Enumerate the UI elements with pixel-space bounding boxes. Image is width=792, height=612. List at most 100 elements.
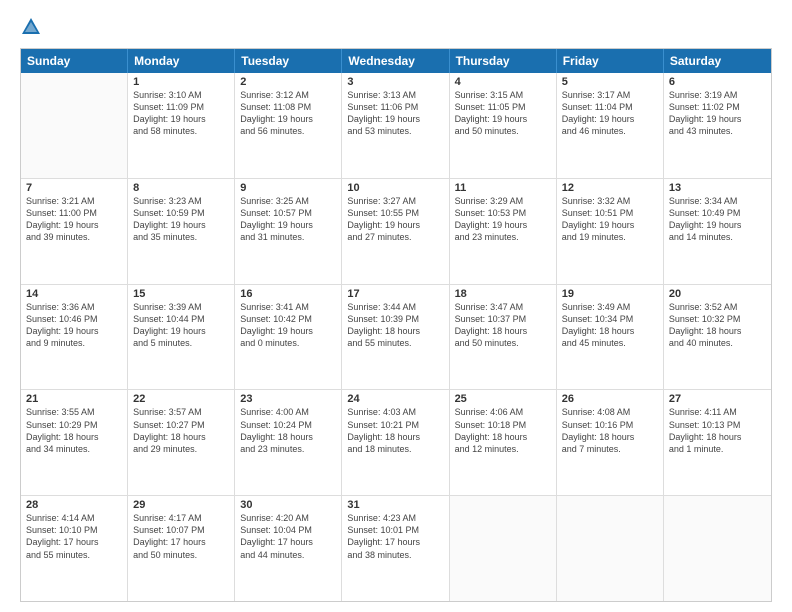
day-number: 12 — [562, 182, 658, 194]
header-day-friday: Friday — [557, 49, 664, 73]
day-info: Sunrise: 3:12 AM Sunset: 11:08 PM Daylig… — [240, 89, 336, 138]
day-number: 15 — [133, 288, 229, 300]
day-cell-9: 9Sunrise: 3:25 AM Sunset: 10:57 PM Dayli… — [235, 179, 342, 284]
day-number: 5 — [562, 76, 658, 88]
day-number: 29 — [133, 499, 229, 511]
day-info: Sunrise: 3:55 AM Sunset: 10:29 PM Daylig… — [26, 406, 122, 455]
day-number: 17 — [347, 288, 443, 300]
day-number: 26 — [562, 393, 658, 405]
header-day-tuesday: Tuesday — [235, 49, 342, 73]
calendar-row-2: 7Sunrise: 3:21 AM Sunset: 11:00 PM Dayli… — [21, 179, 771, 285]
day-cell-23: 23Sunrise: 4:00 AM Sunset: 10:24 PM Dayl… — [235, 390, 342, 495]
day-cell-6: 6Sunrise: 3:19 AM Sunset: 11:02 PM Dayli… — [664, 73, 771, 178]
day-cell-29: 29Sunrise: 4:17 AM Sunset: 10:07 PM Dayl… — [128, 496, 235, 601]
day-info: Sunrise: 4:14 AM Sunset: 10:10 PM Daylig… — [26, 512, 122, 561]
calendar-row-3: 14Sunrise: 3:36 AM Sunset: 10:46 PM Dayl… — [21, 285, 771, 391]
day-number: 22 — [133, 393, 229, 405]
day-info: Sunrise: 3:39 AM Sunset: 10:44 PM Daylig… — [133, 301, 229, 350]
day-info: Sunrise: 3:13 AM Sunset: 11:06 PM Daylig… — [347, 89, 443, 138]
day-cell-22: 22Sunrise: 3:57 AM Sunset: 10:27 PM Dayl… — [128, 390, 235, 495]
day-number: 31 — [347, 499, 443, 511]
day-info: Sunrise: 3:19 AM Sunset: 11:02 PM Daylig… — [669, 89, 766, 138]
day-info: Sunrise: 3:47 AM Sunset: 10:37 PM Daylig… — [455, 301, 551, 350]
day-number: 21 — [26, 393, 122, 405]
calendar-header: SundayMondayTuesdayWednesdayThursdayFrid… — [21, 49, 771, 73]
day-info: Sunrise: 3:17 AM Sunset: 11:04 PM Daylig… — [562, 89, 658, 138]
day-number: 28 — [26, 499, 122, 511]
day-number: 9 — [240, 182, 336, 194]
header — [20, 16, 772, 38]
day-info: Sunrise: 4:03 AM Sunset: 10:21 PM Daylig… — [347, 406, 443, 455]
day-cell-21: 21Sunrise: 3:55 AM Sunset: 10:29 PM Dayl… — [21, 390, 128, 495]
logo — [20, 16, 46, 38]
header-day-sunday: Sunday — [21, 49, 128, 73]
day-info: Sunrise: 3:25 AM Sunset: 10:57 PM Daylig… — [240, 195, 336, 244]
day-info: Sunrise: 4:23 AM Sunset: 10:01 PM Daylig… — [347, 512, 443, 561]
day-info: Sunrise: 3:15 AM Sunset: 11:05 PM Daylig… — [455, 89, 551, 138]
day-cell-27: 27Sunrise: 4:11 AM Sunset: 10:13 PM Dayl… — [664, 390, 771, 495]
day-info: Sunrise: 3:29 AM Sunset: 10:53 PM Daylig… — [455, 195, 551, 244]
logo-icon — [20, 16, 42, 38]
day-cell-5: 5Sunrise: 3:17 AM Sunset: 11:04 PM Dayli… — [557, 73, 664, 178]
day-info: Sunrise: 4:08 AM Sunset: 10:16 PM Daylig… — [562, 406, 658, 455]
day-number: 11 — [455, 182, 551, 194]
day-cell-2: 2Sunrise: 3:12 AM Sunset: 11:08 PM Dayli… — [235, 73, 342, 178]
day-number: 20 — [669, 288, 766, 300]
day-cell-11: 11Sunrise: 3:29 AM Sunset: 10:53 PM Dayl… — [450, 179, 557, 284]
day-info: Sunrise: 3:34 AM Sunset: 10:49 PM Daylig… — [669, 195, 766, 244]
day-number: 4 — [455, 76, 551, 88]
day-number: 2 — [240, 76, 336, 88]
day-info: Sunrise: 3:44 AM Sunset: 10:39 PM Daylig… — [347, 301, 443, 350]
day-number: 13 — [669, 182, 766, 194]
empty-cell — [450, 496, 557, 601]
day-cell-25: 25Sunrise: 4:06 AM Sunset: 10:18 PM Dayl… — [450, 390, 557, 495]
day-cell-12: 12Sunrise: 3:32 AM Sunset: 10:51 PM Dayl… — [557, 179, 664, 284]
day-number: 24 — [347, 393, 443, 405]
header-day-thursday: Thursday — [450, 49, 557, 73]
day-number: 18 — [455, 288, 551, 300]
day-number: 14 — [26, 288, 122, 300]
calendar: SundayMondayTuesdayWednesdayThursdayFrid… — [20, 48, 772, 602]
day-cell-19: 19Sunrise: 3:49 AM Sunset: 10:34 PM Dayl… — [557, 285, 664, 390]
day-cell-16: 16Sunrise: 3:41 AM Sunset: 10:42 PM Dayl… — [235, 285, 342, 390]
day-cell-13: 13Sunrise: 3:34 AM Sunset: 10:49 PM Dayl… — [664, 179, 771, 284]
page: SundayMondayTuesdayWednesdayThursdayFrid… — [0, 0, 792, 612]
day-info: Sunrise: 3:21 AM Sunset: 11:00 PM Daylig… — [26, 195, 122, 244]
day-info: Sunrise: 4:20 AM Sunset: 10:04 PM Daylig… — [240, 512, 336, 561]
day-info: Sunrise: 3:52 AM Sunset: 10:32 PM Daylig… — [669, 301, 766, 350]
empty-cell — [21, 73, 128, 178]
day-cell-30: 30Sunrise: 4:20 AM Sunset: 10:04 PM Dayl… — [235, 496, 342, 601]
day-cell-31: 31Sunrise: 4:23 AM Sunset: 10:01 PM Dayl… — [342, 496, 449, 601]
day-cell-24: 24Sunrise: 4:03 AM Sunset: 10:21 PM Dayl… — [342, 390, 449, 495]
day-info: Sunrise: 3:41 AM Sunset: 10:42 PM Daylig… — [240, 301, 336, 350]
day-info: Sunrise: 3:36 AM Sunset: 10:46 PM Daylig… — [26, 301, 122, 350]
header-day-monday: Monday — [128, 49, 235, 73]
day-info: Sunrise: 3:10 AM Sunset: 11:09 PM Daylig… — [133, 89, 229, 138]
header-day-wednesday: Wednesday — [342, 49, 449, 73]
day-info: Sunrise: 3:27 AM Sunset: 10:55 PM Daylig… — [347, 195, 443, 244]
header-day-saturday: Saturday — [664, 49, 771, 73]
day-cell-17: 17Sunrise: 3:44 AM Sunset: 10:39 PM Dayl… — [342, 285, 449, 390]
day-number: 7 — [26, 182, 122, 194]
day-info: Sunrise: 4:06 AM Sunset: 10:18 PM Daylig… — [455, 406, 551, 455]
day-cell-15: 15Sunrise: 3:39 AM Sunset: 10:44 PM Dayl… — [128, 285, 235, 390]
day-number: 10 — [347, 182, 443, 194]
day-number: 16 — [240, 288, 336, 300]
day-info: Sunrise: 4:17 AM Sunset: 10:07 PM Daylig… — [133, 512, 229, 561]
calendar-row-5: 28Sunrise: 4:14 AM Sunset: 10:10 PM Dayl… — [21, 496, 771, 601]
day-number: 8 — [133, 182, 229, 194]
day-number: 1 — [133, 76, 229, 88]
day-cell-26: 26Sunrise: 4:08 AM Sunset: 10:16 PM Dayl… — [557, 390, 664, 495]
day-cell-1: 1Sunrise: 3:10 AM Sunset: 11:09 PM Dayli… — [128, 73, 235, 178]
day-cell-4: 4Sunrise: 3:15 AM Sunset: 11:05 PM Dayli… — [450, 73, 557, 178]
calendar-body: 1Sunrise: 3:10 AM Sunset: 11:09 PM Dayli… — [21, 73, 771, 601]
day-info: Sunrise: 4:00 AM Sunset: 10:24 PM Daylig… — [240, 406, 336, 455]
day-info: Sunrise: 3:32 AM Sunset: 10:51 PM Daylig… — [562, 195, 658, 244]
day-cell-7: 7Sunrise: 3:21 AM Sunset: 11:00 PM Dayli… — [21, 179, 128, 284]
day-info: Sunrise: 3:49 AM Sunset: 10:34 PM Daylig… — [562, 301, 658, 350]
empty-cell — [557, 496, 664, 601]
day-cell-14: 14Sunrise: 3:36 AM Sunset: 10:46 PM Dayl… — [21, 285, 128, 390]
day-number: 6 — [669, 76, 766, 88]
day-cell-10: 10Sunrise: 3:27 AM Sunset: 10:55 PM Dayl… — [342, 179, 449, 284]
day-number: 30 — [240, 499, 336, 511]
